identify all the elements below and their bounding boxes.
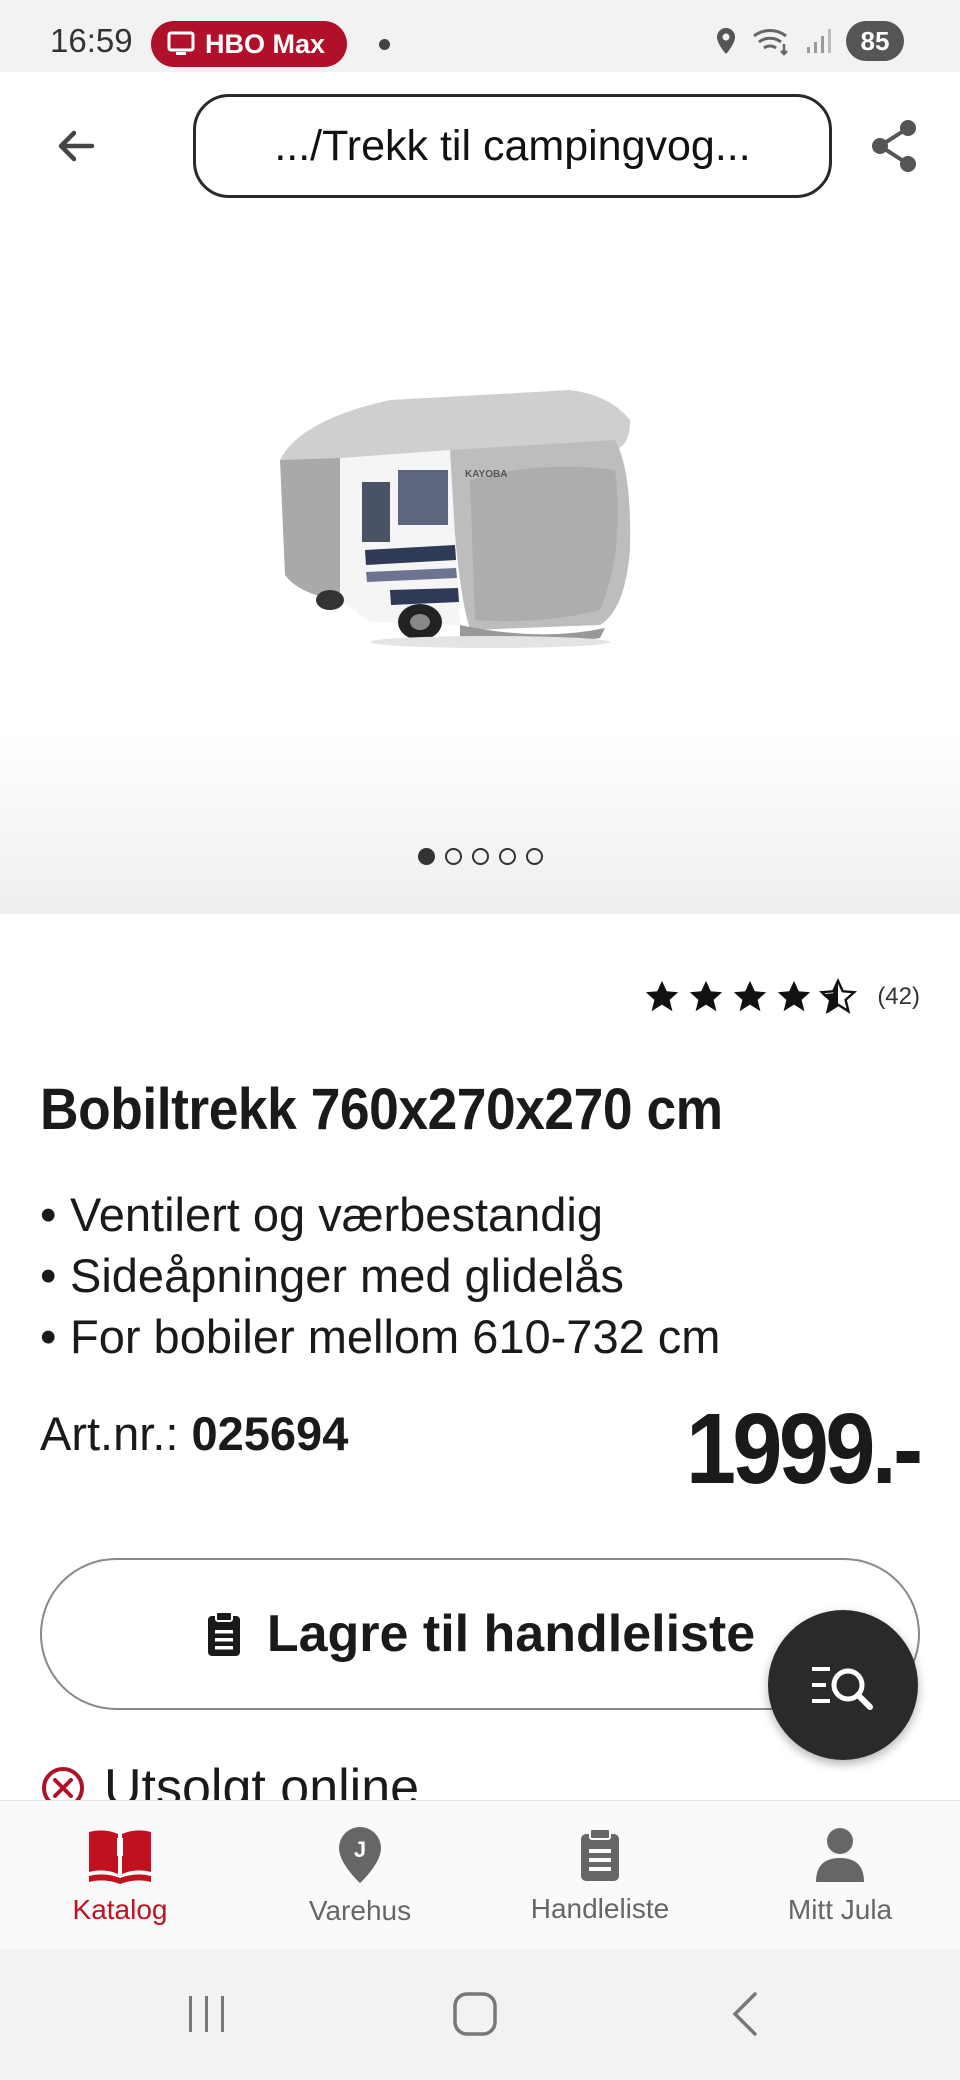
svg-text:J: J — [354, 1837, 366, 1862]
gallery-dot[interactable] — [417, 848, 435, 865]
product-image-motorhome-cover: KAYOBA — [280, 390, 631, 648]
clipboard-list-icon — [207, 1611, 240, 1656]
article-number: Art.nr.: 025694 — [40, 1406, 348, 1461]
feature-text: For bobiler mellom 610-732 cm — [70, 1310, 721, 1363]
rating-count: (42) — [877, 983, 920, 1010]
product-features: • Ventilert og værbestandig • Sideåpninger… — [40, 1184, 720, 1367]
feature-text: Ventilert og værbestandig — [70, 1188, 603, 1241]
status-icons: 85 — [714, 21, 904, 61]
gallery-dot[interactable] — [471, 848, 489, 865]
signal-icon — [807, 29, 831, 53]
product-price: 1999.- — [686, 1393, 923, 1505]
feature-item: • For bobiler mellom 610-732 cm — [40, 1306, 720, 1367]
bottom-navigation: Katalog J Varehus Handleliste Mitt Jula — [0, 1800, 960, 1950]
share-button[interactable] — [862, 114, 926, 178]
recent-apps-icon — [189, 1996, 224, 2032]
nav-label: Handleliste — [530, 1893, 670, 1924]
cast-app-label: HBO Max — [205, 28, 326, 59]
nav-item-mitt-jula[interactable]: Mitt Jula — [720, 1801, 960, 1951]
recent-apps-button[interactable] — [172, 1984, 242, 2044]
wifi-icon — [753, 29, 788, 56]
notification-dot — [379, 39, 390, 50]
nav-item-handleliste[interactable]: Handleliste — [480, 1801, 720, 1951]
chevron-left-icon — [732, 1992, 757, 2036]
nav-item-varehus[interactable]: J Varehus — [240, 1801, 480, 1951]
star-full-icon — [778, 980, 811, 1012]
gallery-dot[interactable] — [498, 848, 516, 865]
system-navigation-bar — [0, 1950, 960, 2080]
product-brand-text: KAYOBA — [465, 469, 507, 480]
tv-icon — [167, 31, 195, 55]
status-bar: 16:59 HBO Max 85 — [0, 0, 960, 72]
battery-indicator: 85 — [846, 21, 904, 61]
star-full-icon — [734, 980, 767, 1012]
product-title: Bobiltrekk 760x270x270 cm — [40, 1077, 723, 1142]
home-button[interactable] — [440, 1984, 510, 2044]
product-rating[interactable]: (42) — [643, 978, 920, 1016]
url-bar[interactable]: .../Trekk til campingvog... — [193, 94, 832, 198]
feature-text: Sideåpninger med glidelås — [70, 1249, 624, 1302]
share-icon — [872, 120, 916, 172]
person-icon — [816, 1828, 864, 1882]
star-half-icon — [819, 978, 858, 1014]
status-time: 16:59 — [50, 22, 133, 59]
article-number-value: 025694 — [191, 1407, 349, 1460]
gallery-dot[interactable] — [525, 848, 543, 865]
system-back-button[interactable] — [710, 1984, 780, 2044]
cast-app-pill[interactable]: HBO Max — [151, 21, 348, 67]
nav-label: Katalog — [72, 1894, 168, 1925]
feature-item: • Sideåpninger med glidelås — [40, 1245, 720, 1306]
star-full-icon — [646, 980, 679, 1012]
product-gallery[interactable]: KAYOBA — [0, 220, 960, 914]
save-button-label: Lagre til handleliste — [266, 1605, 756, 1663]
feature-item: • Ventilert og værbestandig — [40, 1184, 720, 1245]
arrow-left-icon — [58, 130, 95, 162]
back-button[interactable] — [44, 114, 108, 178]
location-icon — [717, 28, 735, 54]
star-full-icon — [690, 980, 723, 1012]
nav-label: Mitt Jula — [787, 1894, 893, 1925]
book-open-icon — [89, 1830, 151, 1884]
search-catalog-fab[interactable] — [768, 1610, 918, 1760]
article-number-label: Art.nr.: — [40, 1407, 179, 1460]
list-search-icon — [812, 1667, 873, 1710]
top-navigation: .../Trekk til campingvog... — [0, 72, 960, 220]
gallery-pagination — [0, 848, 960, 865]
gallery-dot[interactable] — [444, 848, 462, 865]
nav-item-katalog[interactable]: Katalog — [0, 1801, 240, 1951]
map-pin-icon: J — [339, 1827, 381, 1883]
clipboard-list-icon — [581, 1828, 619, 1881]
nav-label: Varehus — [308, 1895, 412, 1926]
home-icon — [453, 1992, 497, 2036]
